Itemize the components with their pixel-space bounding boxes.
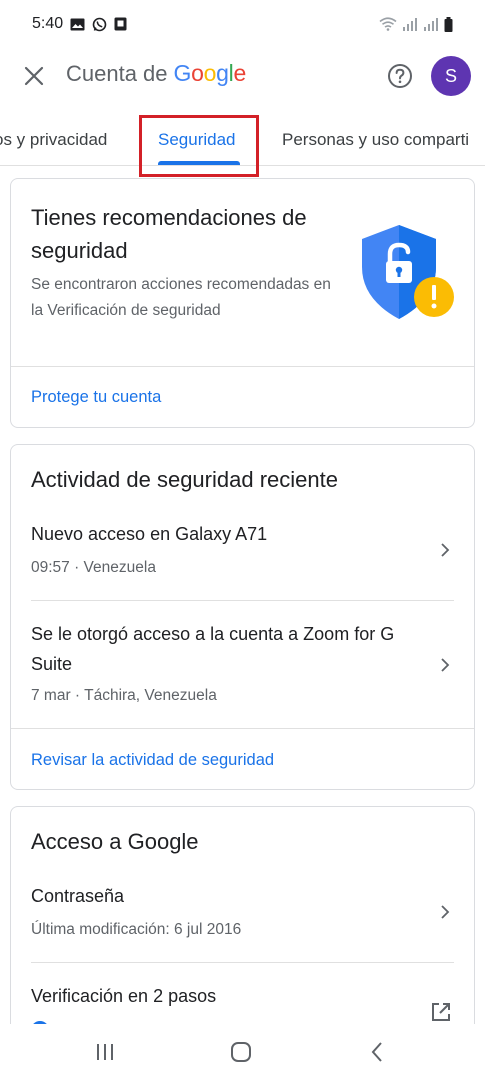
signal-icon bbox=[402, 17, 418, 31]
home-icon[interactable] bbox=[229, 1040, 253, 1064]
status-time: 5:40 bbox=[32, 15, 64, 32]
recent-security-activity-card: Actividad de seguridad reciente Nuevo ac… bbox=[10, 444, 475, 790]
google-logo-letter: o bbox=[203, 60, 217, 86]
shield-warning-icon bbox=[359, 221, 459, 321]
chevron-right-icon bbox=[441, 658, 450, 672]
wifi-icon bbox=[379, 17, 397, 31]
password-row[interactable]: Contraseña Última modificación: 6 jul 20… bbox=[11, 879, 474, 959]
system-nav-bar bbox=[0, 1024, 485, 1080]
security-recommendations-card: Tienes recomendaciones de seguridad Se e… bbox=[10, 178, 475, 428]
recent-apps-icon[interactable] bbox=[93, 1040, 117, 1064]
back-icon[interactable] bbox=[366, 1040, 390, 1064]
row-divider bbox=[31, 600, 454, 601]
divider bbox=[11, 366, 474, 367]
highlight-annotation bbox=[139, 115, 259, 177]
gallery-icon bbox=[70, 18, 85, 31]
tab-people-sharing[interactable]: Personas y uso comparti bbox=[282, 130, 469, 150]
notification-icon bbox=[114, 17, 127, 31]
google-logo-letter: G bbox=[173, 60, 192, 86]
app-title-prefix: Cuenta de bbox=[66, 61, 168, 86]
chevron-right-icon bbox=[441, 905, 450, 919]
activity-title: Nuevo acceso en Galaxy A71 bbox=[31, 524, 268, 544]
google-logo: Google bbox=[173, 60, 247, 87]
help-button[interactable] bbox=[386, 62, 414, 90]
row-divider bbox=[31, 962, 454, 963]
recent-activity-title: Actividad de seguridad reciente bbox=[31, 467, 338, 492]
avatar[interactable]: S bbox=[431, 56, 471, 96]
battery-icon bbox=[444, 16, 453, 32]
review-security-activity-link[interactable]: Revisar la actividad de seguridad bbox=[31, 751, 274, 770]
signal-2-icon bbox=[423, 17, 439, 31]
close-icon bbox=[24, 66, 44, 86]
status-bar: 5:40 bbox=[0, 0, 485, 48]
activity-row-zoom[interactable]: Se le otorgó acceso a la cuenta a Zoom f… bbox=[11, 615, 474, 727]
activity-row-galaxy[interactable]: Nuevo acceso en Galaxy A71 09:57 · Venez… bbox=[11, 517, 474, 599]
google-access-title: Acceso a Google bbox=[31, 829, 199, 854]
divider bbox=[11, 728, 474, 729]
recommendations-title: Tienes recomendaciones de seguridad bbox=[31, 205, 307, 263]
help-icon bbox=[388, 64, 412, 88]
open-external-icon bbox=[432, 1003, 450, 1021]
google-access-card: Acceso a Google Contraseña Última modifi… bbox=[10, 806, 475, 1046]
google-logo-letter: o bbox=[191, 60, 204, 86]
password-title: Contraseña bbox=[31, 886, 125, 906]
whatsapp-icon bbox=[92, 17, 107, 32]
app-header: Cuenta de Google S bbox=[0, 48, 485, 104]
activity-subtitle: 09:57 · Venezuela bbox=[31, 559, 156, 576]
chevron-right-icon bbox=[441, 543, 450, 557]
tab-privacy[interactable]: os y privacidad bbox=[0, 130, 107, 150]
protect-account-link[interactable]: Protege tu cuenta bbox=[31, 388, 161, 407]
app-title: Cuenta de Google bbox=[66, 60, 246, 87]
recommendations-description: Se encontraron acciones recomendadas en … bbox=[31, 276, 331, 319]
google-logo-letter: e bbox=[233, 60, 246, 86]
google-logo-letter: g bbox=[216, 60, 229, 86]
password-subtitle: Última modificación: 6 jul 2016 bbox=[31, 921, 242, 938]
activity-title: Se le otorgó acceso a la cuenta a Zoom f… bbox=[31, 624, 395, 674]
activity-subtitle: 7 mar · Táchira, Venezuela bbox=[31, 687, 217, 704]
two-step-title: Verificación en 2 pasos bbox=[31, 986, 217, 1006]
close-button[interactable] bbox=[20, 62, 48, 90]
